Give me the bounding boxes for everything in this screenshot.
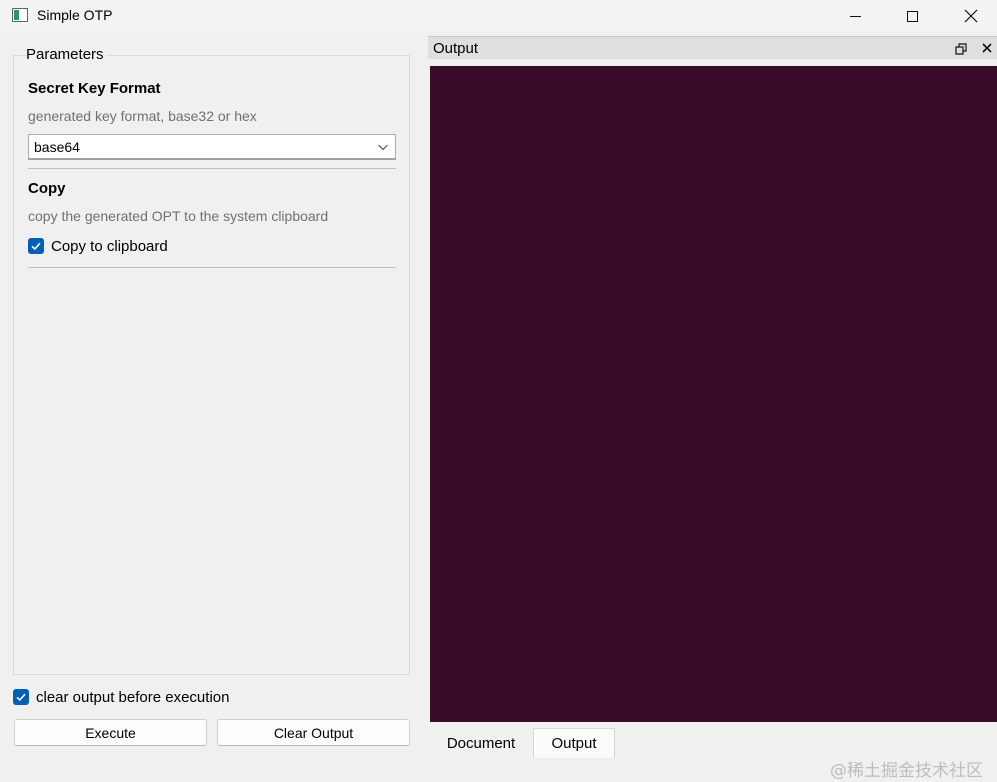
clear-before-execution-checkbox[interactable]	[13, 689, 29, 705]
close-icon	[964, 9, 978, 23]
float-dock-icon[interactable]	[955, 43, 967, 55]
secret-key-format-value: base64	[34, 139, 80, 155]
window-title: Simple OTP	[37, 7, 113, 23]
minimize-button[interactable]	[832, 0, 878, 32]
maximize-icon	[906, 10, 918, 22]
maximize-button[interactable]	[889, 0, 935, 32]
title-bar: Simple OTP	[0, 0, 997, 32]
secret-key-format-description: generated key format, base32 or hex	[28, 108, 257, 124]
app-icon	[12, 8, 28, 22]
clear-before-execution-label[interactable]: clear output before execution	[36, 689, 229, 706]
secret-key-format-title: Secret Key Format	[28, 80, 161, 97]
copy-title: Copy	[28, 180, 66, 197]
watermark: @稀土掘金技术社区	[830, 761, 983, 781]
minimize-icon	[849, 15, 861, 17]
close-dock-icon[interactable]	[981, 42, 993, 54]
output-dock-titlebar[interactable]: Output	[428, 36, 997, 59]
secret-key-format-select[interactable]: base64	[28, 134, 396, 160]
section-divider	[28, 168, 396, 169]
copy-to-clipboard-checkbox[interactable]	[28, 238, 44, 254]
section-divider	[28, 267, 396, 268]
copy-to-clipboard-label[interactable]: Copy to clipboard	[51, 238, 168, 255]
checkmark-icon	[16, 693, 26, 702]
checkmark-icon	[31, 242, 41, 251]
chevron-down-icon	[378, 144, 388, 151]
execute-button[interactable]: Execute	[14, 719, 207, 746]
output-dock-title: Output	[433, 40, 479, 57]
close-window-button[interactable]	[948, 0, 994, 32]
parameters-group-title: Parameters	[26, 46, 106, 63]
copy-description: copy the generated OPT to the system cli…	[28, 208, 329, 224]
output-console[interactable]	[430, 66, 997, 722]
clear-output-button[interactable]: Clear Output	[217, 719, 410, 746]
tab-document[interactable]: Document	[430, 728, 532, 758]
tab-output[interactable]: Output	[533, 728, 615, 758]
